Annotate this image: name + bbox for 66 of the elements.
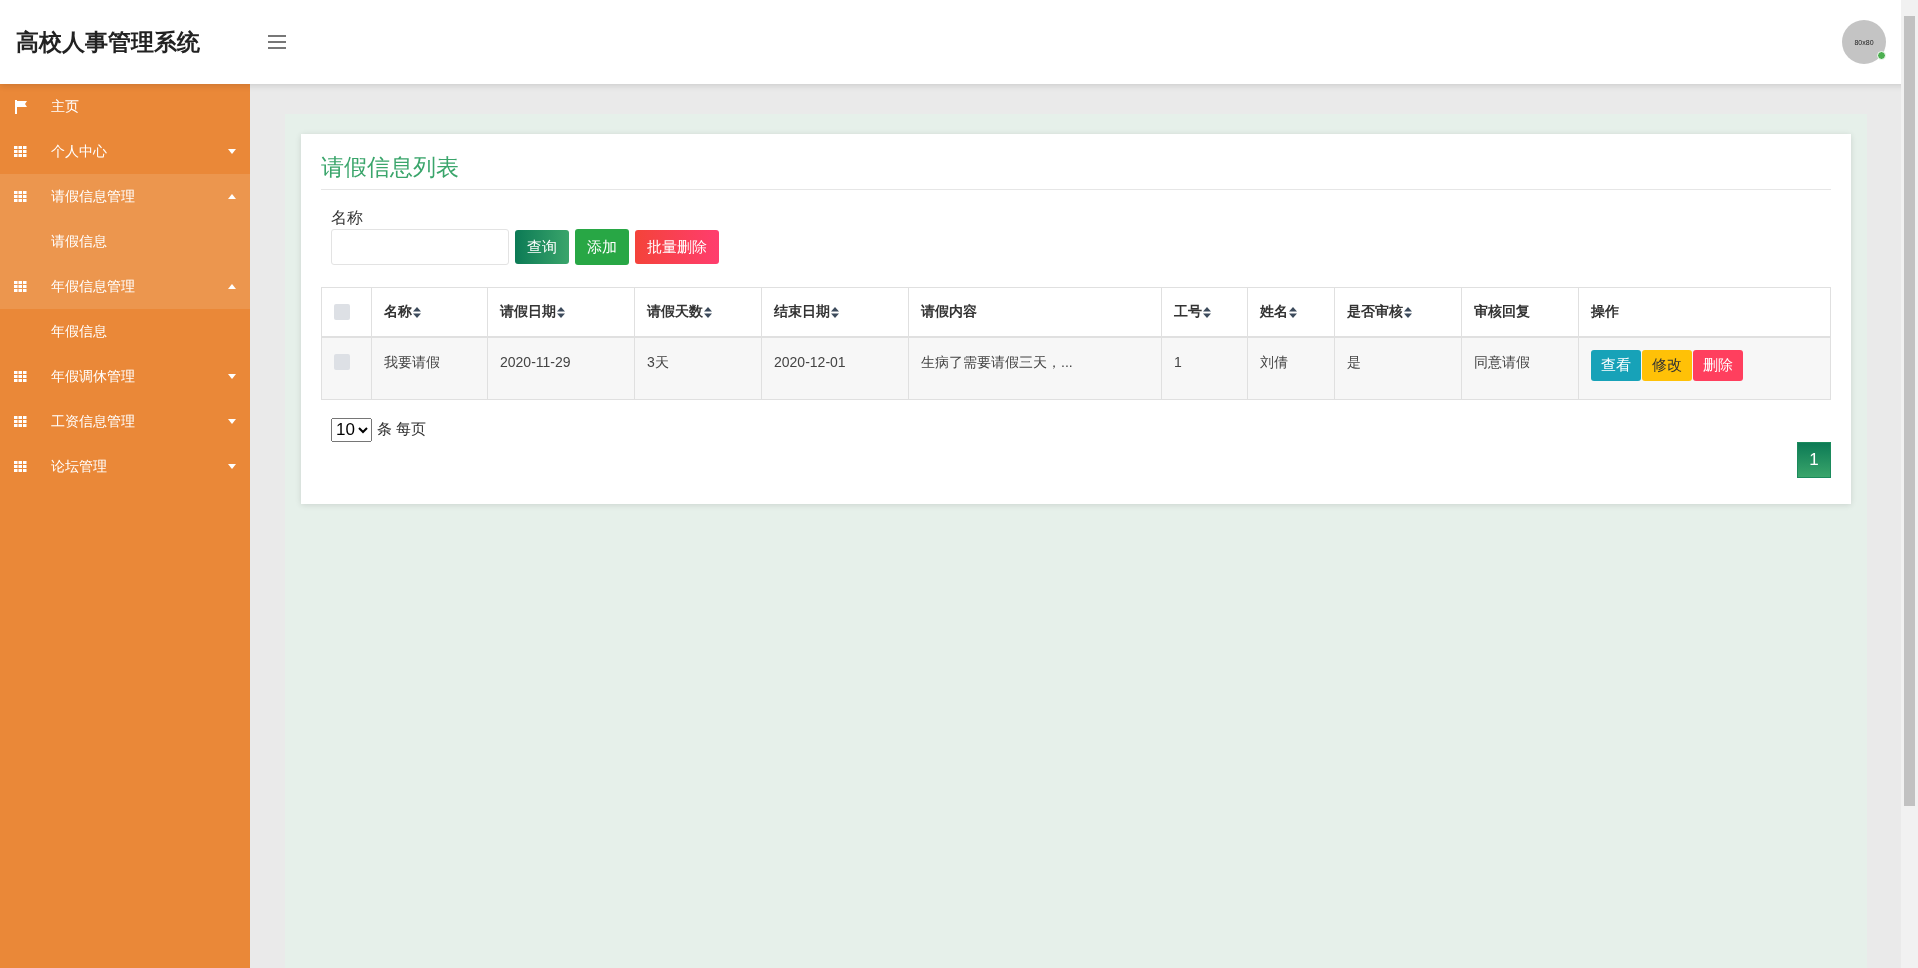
page-size-label: 条 每页 [377,420,427,439]
sidebar-subitem[interactable]: 年假信息 [0,309,250,354]
column-header: 结束日期 [774,303,830,321]
table-cell: 同意请假 [1474,354,1530,370]
edit-button[interactable]: 修改 [1642,350,1692,381]
sort-icon[interactable] [831,306,839,318]
sidebar-item[interactable]: 主页 [0,84,250,129]
menu-icon[interactable] [268,35,286,49]
sidebar-item[interactable]: 个人中心 [0,129,250,174]
sidebar-item[interactable]: 年假信息管理 [0,264,250,309]
page-size-select[interactable]: 10 [331,417,372,442]
table-cell: 生病了需要请假三天，... [921,354,1073,370]
grid-icon [14,280,27,293]
sort-icon[interactable] [1404,306,1412,318]
caret-icon [228,464,236,469]
app-title: 高校人事管理系统 [15,27,201,57]
grid-icon [14,415,27,428]
sort-icon[interactable] [1289,306,1297,318]
delete-button[interactable]: 删除 [1693,350,1743,381]
column-header: 请假天数 [647,303,703,321]
caret-icon [228,284,236,289]
card-title: 请假信息列表 [321,152,1831,190]
caret-icon [228,374,236,379]
sidebar-item[interactable]: 请假信息管理 [0,174,250,219]
table-cell: 2020-12-01 [774,354,846,370]
row-checkbox[interactable] [334,354,350,370]
sort-icon[interactable] [704,306,712,318]
column-header: 工号 [1174,303,1202,321]
column-header: 审核回复 [1474,303,1530,321]
name-input-field[interactable] [331,229,509,265]
column-header: 是否审核 [1347,303,1403,321]
table-cell: 是 [1347,354,1361,370]
add-button[interactable]: 添加 [575,229,629,265]
caret-icon [228,149,236,154]
table-cell: 2020-11-29 [500,354,571,370]
view-button[interactable]: 查看 [1591,350,1641,381]
sidebar-subitem[interactable]: 请假信息 [0,219,250,264]
column-header: 请假日期 [500,303,556,321]
sort-icon[interactable] [1203,306,1211,318]
online-status-dot [1877,51,1886,60]
field-label: 名称 [331,208,364,228]
sort-icon[interactable] [413,306,421,318]
delete-button[interactable]: 批量删除 [635,230,719,264]
scrollbar[interactable] [1901,0,1918,968]
caret-icon [228,194,236,199]
select-all-checkbox[interactable] [334,304,350,320]
table-cell: 刘倩 [1260,354,1288,370]
search-button[interactable]: 查询 [515,230,569,264]
grid-icon [14,460,27,473]
column-header: 请假内容 [921,303,977,321]
table-cell: 1 [1174,354,1182,370]
grid-icon [14,145,27,158]
grid-icon [14,370,27,383]
sidebar-item[interactable]: 论坛管理 [0,444,250,489]
column-header: 名称 [384,303,412,321]
grid-icon [14,190,27,203]
column-header: 操作 [1591,303,1619,321]
table-cell: 3天 [647,354,669,370]
sort-icon[interactable] [557,306,565,318]
flag-icon [14,99,27,114]
page-button[interactable]: 1 [1797,441,1831,478]
caret-icon [228,419,236,424]
column-header: 姓名 [1260,303,1288,321]
sidebar-item[interactable]: 年假调休管理 [0,354,250,399]
table-cell: 我要请假 [384,354,440,370]
sidebar-item[interactable]: 工资信息管理 [0,399,250,444]
